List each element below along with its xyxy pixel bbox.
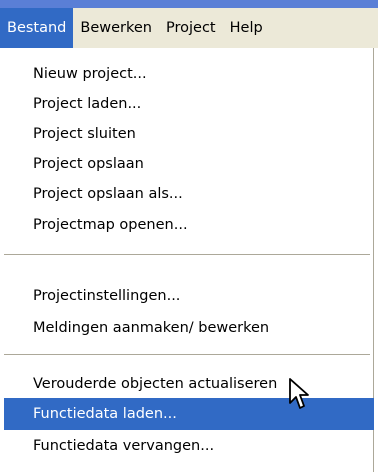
menu-separator — [4, 354, 370, 356]
bestand-dropdown-menu: Nieuw project... Project laden... Projec… — [0, 48, 374, 472]
menu-bewerken[interactable]: Bewerken — [73, 8, 159, 48]
menu-item-project-opslaan[interactable]: Project opslaan — [4, 148, 374, 180]
menu-item-projectmap-openen[interactable]: Projectmap openen... — [4, 209, 374, 241]
menu-item-project-opslaan-als[interactable]: Project opslaan als... — [4, 178, 374, 210]
window-title-strip — [0, 0, 378, 8]
mouse-pointer-icon — [289, 378, 309, 409]
menu-item-meldingen-aanmaken[interactable]: Meldingen aanmaken/ bewerken — [4, 312, 374, 344]
menu-separator — [4, 254, 370, 256]
menu-help[interactable]: Help — [223, 8, 270, 48]
menu-item-nieuw-project[interactable]: Nieuw project... — [4, 58, 374, 90]
menu-item-project-sluiten[interactable]: Project sluiten — [4, 118, 374, 150]
menu-item-functiedata-vervangen[interactable]: Functiedata vervangen... — [4, 430, 374, 462]
menu-item-functiedata-laden[interactable]: Functiedata laden... — [4, 398, 374, 430]
menu-item-projectinstellingen[interactable]: Projectinstellingen... — [4, 280, 374, 312]
menu-project[interactable]: Project — [159, 8, 223, 48]
menu-bar: Bestand Bewerken Project Help — [0, 0, 378, 48]
menu-bestand[interactable]: Bestand — [0, 8, 74, 48]
menu-item-project-laden[interactable]: Project laden... — [4, 88, 374, 120]
menu-item-verouderde-objecten[interactable]: Verouderde objecten actualiseren — [4, 368, 374, 400]
